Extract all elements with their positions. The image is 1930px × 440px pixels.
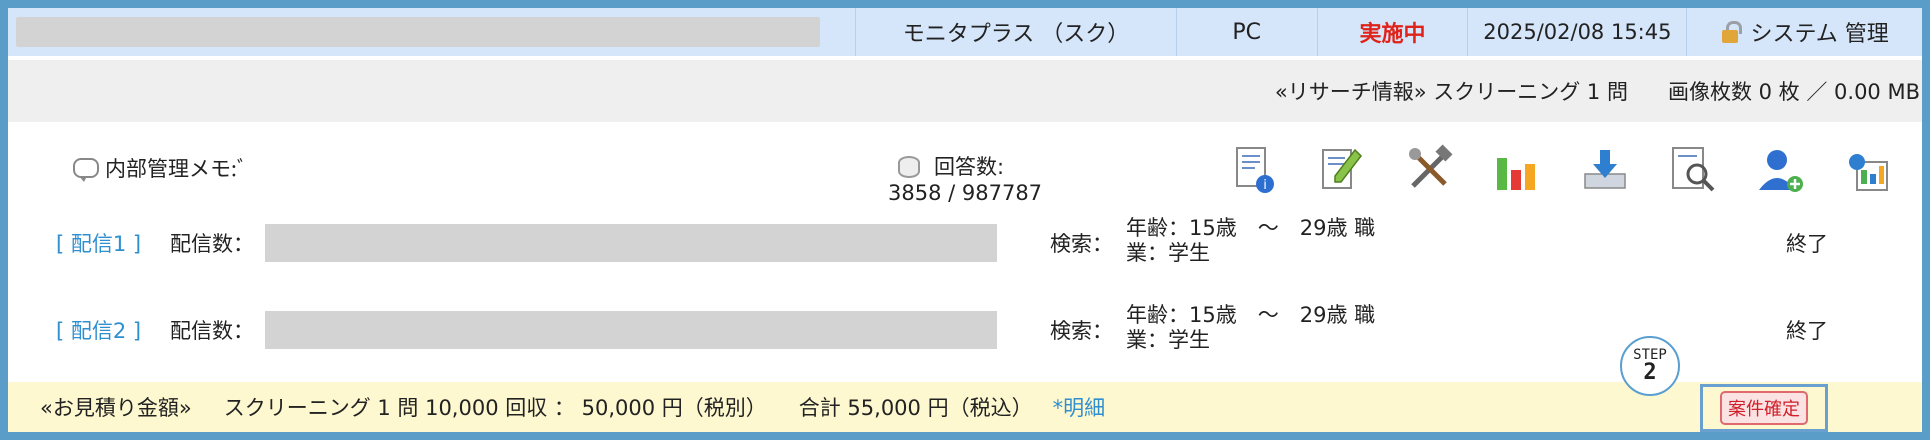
user-menu[interactable]: システム 管理 xyxy=(1686,8,1922,56)
search-criteria: 年齢：15歳 〜 29歳 職 業：学生 xyxy=(1126,216,1426,266)
distribution-row: [ 配信1 ] 配信数： 検索： 年齢：15歳 〜 29歳 職 業：学生 終了 xyxy=(8,216,1922,266)
search-criteria: 年齢：15歳 〜 29歳 職 業：学生 xyxy=(1126,303,1426,353)
device-label: PC xyxy=(1175,8,1317,56)
research-info-bar: «リサーチ情報» スクリーニング 1 問 画像枚数 0 枚 ／ 0.00 MB xyxy=(8,60,1922,122)
criteria-line: 年齢：15歳 〜 29歳 職 xyxy=(1126,303,1376,327)
estimate-screening: スクリーニング 1 問 10,000 回収 ： 50,000 円（税別） xyxy=(223,396,767,420)
answer-count-value: 3858 / 987787 xyxy=(888,181,1043,205)
redacted-distribution-count xyxy=(265,224,997,262)
datetime: 2025/02/08 15:45 xyxy=(1467,8,1686,56)
distribution-link[interactable]: [ 配信1 ] xyxy=(56,228,141,258)
lock-icon xyxy=(1720,21,1743,43)
search-label: 検索： xyxy=(1050,232,1113,256)
user-name: システム 管理 xyxy=(1750,22,1889,47)
add-user-icon[interactable] xyxy=(1751,140,1811,200)
edit-document-icon[interactable] xyxy=(1311,140,1371,200)
toolbar: i xyxy=(1223,140,1922,200)
internal-memo[interactable]: 内部管理メモ:ﾞ xyxy=(73,153,247,183)
distribution-link[interactable]: [ 配信2 ] xyxy=(56,315,141,345)
confirm-button-frame: 案件確定 xyxy=(1700,384,1828,432)
distribution-count-label: 配信数： xyxy=(170,319,254,343)
status-badge: 実施中 xyxy=(1316,8,1468,56)
step-badge: STEP 2 xyxy=(1620,336,1680,396)
criteria-line: 年齢：15歳 〜 29歳 職 xyxy=(1126,216,1376,240)
estimate-title: «お見積り金額» xyxy=(40,396,192,420)
step-number: 2 xyxy=(1643,360,1657,385)
distribution-status: 終了 xyxy=(1786,319,1828,343)
document-info-icon[interactable]: i xyxy=(1223,140,1283,200)
speech-bubble-icon xyxy=(73,158,99,182)
redacted-project-title xyxy=(16,17,821,47)
research-info: «リサーチ情報» スクリーニング 1 問 xyxy=(1274,80,1628,104)
detail-link[interactable]: *明細 xyxy=(1053,392,1106,422)
answer-count-label: 回答数: xyxy=(934,155,1005,179)
svg-text:i: i xyxy=(1263,178,1267,193)
chart-icon[interactable] xyxy=(1487,140,1547,200)
export-icon[interactable] xyxy=(1839,140,1899,200)
image-info: 画像枚数 0 枚 ／ 0.00 MB xyxy=(1667,80,1920,104)
answer-count: 回答数: 3858 / 987787 xyxy=(888,154,1042,206)
tools-icon[interactable] xyxy=(1399,140,1459,200)
memo-label: 内部管理メモ:ﾞ xyxy=(105,157,248,181)
redacted-distribution-count xyxy=(265,311,997,349)
search-label: 検索： xyxy=(1050,319,1113,343)
header-bar: モニタプラス （スク） PC 実施中 2025/02/08 15:45 システム… xyxy=(8,8,1922,56)
preview-icon[interactable] xyxy=(1663,140,1723,200)
database-icon xyxy=(898,156,920,178)
distribution-status: 終了 xyxy=(1786,232,1828,256)
confirm-project-button[interactable]: 案件確定 xyxy=(1720,391,1808,425)
project-name: モニタプラス （スク） xyxy=(855,8,1176,56)
criteria-line: 業：学生 xyxy=(1126,328,1210,352)
distribution-count-label: 配信数： xyxy=(170,232,254,256)
criteria-line: 業：学生 xyxy=(1126,241,1210,265)
main-frame: モニタプラス （スク） PC 実施中 2025/02/08 15:45 システム… xyxy=(8,8,1922,432)
estimate-total: 合計 55,000 円（税込） xyxy=(798,396,1033,420)
download-icon[interactable] xyxy=(1575,140,1635,200)
